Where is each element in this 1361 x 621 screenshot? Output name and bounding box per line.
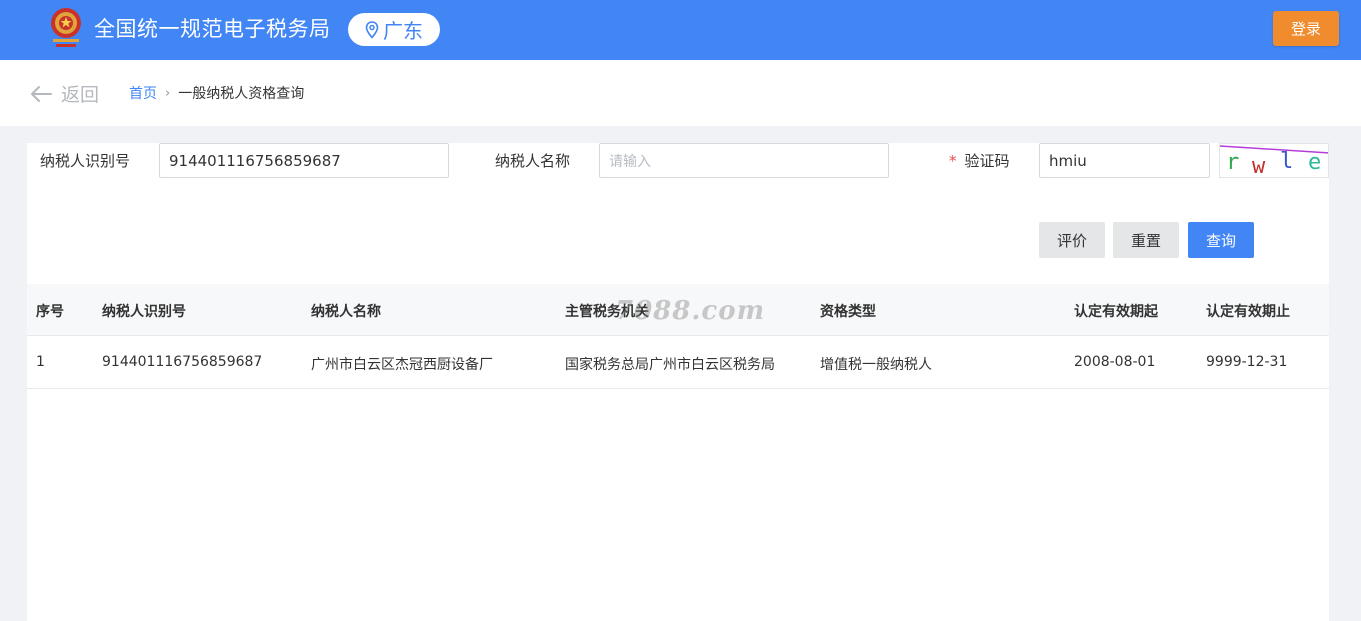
captcha-char: r: [1226, 150, 1239, 175]
column-header: 纳税人识别号: [102, 304, 186, 320]
back-label: 返回: [61, 84, 100, 106]
location-pin-icon: [365, 20, 379, 39]
table-cell: 国家税务总局广州市白云区税务局: [565, 357, 775, 373]
column-header: 纳税人名称: [311, 304, 381, 320]
table-cell: 增值税一般纳税人: [820, 357, 932, 373]
captcha-char: e: [1308, 150, 1321, 175]
region-label: 广东: [383, 19, 423, 43]
query-panel: 纳税人识别号 纳税人名称 * 验证码 r w l e 评价 重置 查询 序号 纳税…: [27, 143, 1329, 621]
nav-bar: 返回 首页 › 一般纳税人资格查询: [0, 60, 1361, 126]
arrow-left-icon: [31, 85, 52, 102]
column-header: 主管税务机关: [565, 304, 649, 320]
breadcrumb-home-link[interactable]: 首页: [129, 83, 157, 103]
evaluate-button[interactable]: 评价: [1039, 222, 1105, 258]
table-cell: 9999-12-31: [1206, 354, 1288, 370]
breadcrumb: 首页 › 一般纳税人资格查询: [129, 83, 304, 103]
captcha-label: * 验证码: [949, 151, 1010, 171]
reset-button[interactable]: 重置: [1113, 222, 1179, 258]
table-cell: 广州市白云区杰冠西厨设备厂: [311, 357, 493, 373]
column-header: 认定有效期止: [1206, 304, 1290, 320]
table-header: 序号 纳税人识别号 纳税人名称 主管税务机关 资格类型 认定有效期起 认定有效期…: [27, 284, 1329, 336]
taxpayer-id-label: 纳税人识别号: [40, 152, 131, 170]
column-header: 序号: [36, 304, 64, 320]
table-cell: 2008-08-01: [1074, 354, 1156, 370]
required-mark: *: [949, 152, 957, 170]
back-button[interactable]: 返回: [29, 80, 99, 107]
taxpayer-name-label: 纳税人名称: [495, 152, 571, 170]
captcha-image[interactable]: r w l e: [1219, 143, 1329, 178]
region-selector[interactable]: 广东: [348, 13, 440, 46]
table-cell: 914401116756859687: [102, 354, 263, 370]
national-emblem-icon: [51, 8, 81, 47]
captcha-graphic: r w l e: [1220, 145, 1328, 178]
login-button[interactable]: 登录: [1273, 11, 1339, 46]
column-header: 资格类型: [820, 304, 876, 320]
taxpayer-name-input[interactable]: [599, 143, 889, 178]
taxpayer-id-input[interactable]: [159, 143, 449, 178]
breadcrumb-current: 一般纳税人资格查询: [178, 86, 305, 102]
column-header: 认定有效期起: [1074, 304, 1158, 320]
chevron-right-icon: ›: [165, 85, 171, 101]
top-bar: 全国统一规范电子税务局 广东 登录: [0, 0, 1361, 60]
captcha-input[interactable]: [1039, 143, 1210, 178]
captcha-char: l: [1280, 149, 1293, 174]
table-cell: 1: [36, 354, 45, 370]
table-row[interactable]: 1 914401116756859687 广州市白云区杰冠西厨设备厂 国家税务总…: [27, 336, 1329, 389]
captcha-label-text: 验证码: [964, 152, 1010, 170]
captcha-char: w: [1252, 154, 1266, 178]
site-title: 全国统一规范电子税务局: [94, 17, 331, 41]
query-button[interactable]: 查询: [1188, 222, 1254, 258]
